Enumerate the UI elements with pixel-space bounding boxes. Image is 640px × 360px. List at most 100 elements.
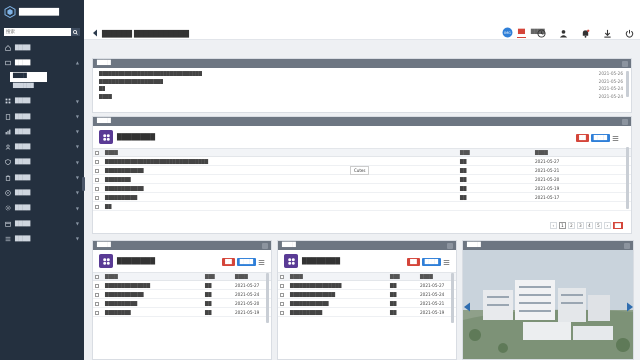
table-row[interactable]: ██████████ ██ 2021-05-20 — [93, 298, 271, 308]
page-button[interactable]: 2 — [567, 222, 575, 229]
table-row[interactable]: ████████████████████████████████ ██ 2021-0… — [93, 156, 631, 166]
left-card-header: ████████ ██ ████ — [93, 250, 271, 272]
page-button[interactable]: 4 — [585, 222, 593, 229]
sidebar-collapse-handle[interactable] — [82, 177, 85, 191]
page-button[interactable]: 5 — [594, 222, 602, 229]
table-row[interactable]: ████████ ██ 2021-05-20 — [93, 174, 631, 184]
checkbox[interactable] — [95, 195, 99, 200]
next-page-button[interactable]: › — [603, 222, 611, 229]
add-button[interactable]: ██ — [222, 258, 235, 266]
sidebar-item-label: ████ — [15, 220, 31, 227]
notice-row[interactable]: ████████████████████ 2021-05-26 — [93, 78, 631, 86]
table-row[interactable]: ████████████ ██ 2021-05-21 — [278, 298, 456, 308]
sidebar-nav-rest: ████ ▼ ████ ▼ ████ ▼ ████ ▼ ████ ▼ ████ ▼ ¥ ███… — [0, 94, 84, 247]
checkbox[interactable] — [95, 301, 99, 306]
sidebar-item-9[interactable]: ¥ ████ ▼ — [0, 185, 84, 200]
menu-icon[interactable] — [612, 135, 619, 142]
sidebar-item-12[interactable]: ████ ▼ — [0, 231, 84, 246]
sidebar-item-11[interactable]: ████ ▼ — [0, 216, 84, 231]
left-card-table: ████ ███ ████ ██████████████ ██ 2021-05-27… — [93, 272, 271, 317]
table-row[interactable]: ████████████ ██ 2021-05-19 — [93, 183, 631, 193]
checkbox[interactable] — [95, 186, 99, 191]
subnav-item-2[interactable]: ██████ — [10, 82, 47, 92]
checkbox[interactable] — [280, 283, 284, 288]
checkbox[interactable] — [280, 310, 284, 315]
go-button[interactable]: ██ — [612, 222, 623, 229]
checkbox[interactable] — [95, 292, 99, 297]
chevron-down-icon: ▼ — [75, 175, 79, 181]
checkbox[interactable] — [280, 301, 284, 306]
clock-icon[interactable] — [537, 29, 546, 38]
sidebar-item-label: ████ — [15, 174, 31, 181]
download-icon[interactable] — [603, 29, 612, 38]
panel-toggle-icon[interactable] — [622, 60, 628, 67]
panel-toggle-icon[interactable] — [624, 242, 630, 249]
task-scrollbar[interactable] — [626, 147, 629, 209]
notice-scrollbar[interactable] — [626, 71, 629, 97]
carousel-prev-icon[interactable] — [463, 302, 471, 312]
table-row[interactable]: ██████████ ██ 2021-05-17 — [93, 192, 631, 202]
notice-list: ████████████████████████████████ 2021-05-… — [93, 68, 631, 100]
sidebar-item-4[interactable]: ████ ▼ — [0, 109, 84, 124]
cell-name: ██████████████ — [288, 289, 388, 299]
sidebar-item-3[interactable]: ████ ▼ — [0, 94, 84, 109]
subnav-item-1[interactable]: ████ — [10, 71, 47, 82]
add-button[interactable]: ██ — [576, 134, 589, 142]
checkbox[interactable] — [95, 151, 99, 155]
search-input[interactable] — [4, 28, 71, 36]
table-row[interactable]: ██████████████ ██ 2021-05-27 — [93, 280, 271, 290]
panel-toggle-icon[interactable] — [622, 118, 628, 125]
checkbox[interactable] — [280, 275, 284, 279]
sidebar-item-1[interactable]: ████ — [0, 40, 84, 55]
table-row[interactable]: ██████████████ ██ 2021-05-24 — [278, 289, 456, 299]
panel-toggle-icon[interactable] — [447, 242, 453, 249]
tab-1[interactable]: ██ — [517, 28, 526, 38]
checkbox[interactable] — [95, 177, 99, 182]
sidebar-item-7[interactable]: ████ ▼ — [0, 155, 84, 170]
notice-row[interactable]: ████████████████████████████████ 2021-05-… — [93, 70, 631, 78]
search-button[interactable] — [71, 28, 80, 36]
add-button[interactable]: ██ — [407, 258, 420, 266]
select-all-cell[interactable] — [93, 148, 103, 157]
menu-icon[interactable] — [258, 259, 265, 266]
notice-row[interactable]: ████ 2021-05-24 — [93, 93, 631, 101]
more-button[interactable]: ████ — [590, 134, 610, 142]
sidebar-item-10[interactable]: ████ ▼ — [0, 201, 84, 216]
checkbox[interactable] — [280, 292, 284, 297]
menu-icon[interactable] — [443, 259, 450, 266]
sidebar-item-2[interactable]: ████ ▲ — [0, 55, 84, 70]
table-row[interactable]: ████████████████ ██ 2021-05-27 — [278, 280, 456, 290]
panel-toggle-icon[interactable] — [262, 242, 268, 249]
checkbox[interactable] — [95, 283, 99, 288]
table-row[interactable]: ██████████ ██ 2021-05-19 — [278, 307, 456, 317]
checkbox[interactable] — [95, 204, 99, 209]
sidebar-item-8[interactable]: ████ ▼ — [0, 170, 84, 185]
more-button[interactable]: ████ — [421, 258, 441, 266]
more-button[interactable]: ████ — [236, 258, 256, 266]
page-button[interactable]: 1 — [558, 222, 566, 229]
sidebar-item-5[interactable]: ████ ▼ — [0, 124, 84, 139]
project-badge-icon: IMG — [502, 27, 513, 38]
project-render-image[interactable] — [463, 250, 634, 360]
left-card-header-bar: ████ — [93, 241, 271, 250]
left-card-title: ████████ — [117, 257, 156, 265]
notice-row[interactable]: ██ 2021-05-24 — [93, 85, 631, 93]
back-arrow-icon[interactable] — [92, 29, 98, 37]
sidebar-item-6[interactable]: ████ ▼ — [0, 139, 84, 154]
user-icon[interactable] — [559, 29, 568, 38]
bell-icon[interactable] — [581, 29, 590, 38]
checkbox[interactable] — [95, 159, 99, 164]
sidebar-item-label: ████ — [15, 59, 31, 66]
checkbox[interactable] — [95, 310, 99, 315]
table-row[interactable]: ████████ ██ 2021-05-19 — [93, 307, 271, 317]
page-button[interactable]: 3 — [576, 222, 584, 229]
prev-page-button[interactable]: ‹ — [549, 222, 557, 229]
mid-card-scrollbar[interactable] — [451, 273, 454, 323]
power-icon[interactable] — [625, 29, 634, 38]
left-card-scrollbar[interactable] — [266, 273, 269, 323]
task-card-actions: ██ ████ — [576, 134, 619, 142]
table-row[interactable]: ████████████ ██ 2021-05-24 — [93, 289, 271, 299]
checkbox[interactable] — [95, 168, 99, 173]
carousel-next-icon[interactable] — [626, 302, 634, 312]
checkbox[interactable] — [95, 275, 99, 279]
